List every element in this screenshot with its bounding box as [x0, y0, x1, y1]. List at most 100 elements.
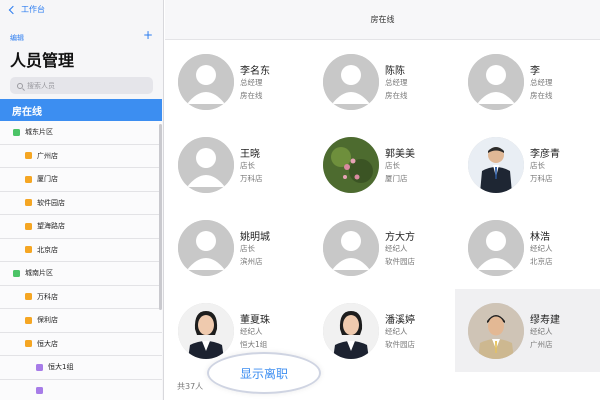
person-name: 李 [530, 66, 540, 77]
person-name: 方大方 [385, 232, 415, 243]
nav-title: 房在线 [165, 0, 600, 40]
tree-item-label: 万科店 [37, 292, 58, 301]
main-panel: 房在线 李名东 总经理 房在线 陈陈 总经理 房在线李总经理 房在线 王晓 店长 万科店 郭美美 店长… [165, 0, 600, 400]
person-store: 恒大1组 [240, 340, 268, 349]
tree-item[interactable]: 厦门店 [0, 168, 162, 192]
person-store: 万科店 [240, 174, 263, 183]
node-square-icon [36, 363, 43, 371]
search-input[interactable] [27, 81, 137, 90]
node-square-icon [25, 222, 32, 230]
node-square-icon [25, 316, 32, 324]
default-avatar-icon [178, 137, 234, 193]
default-avatar-icon [323, 220, 379, 276]
person-role: 经纪人 [385, 327, 408, 336]
person-store: 广州店 [530, 340, 553, 349]
person-card[interactable]: 王晓 店长 万科店 [165, 123, 310, 206]
node-square-icon [25, 152, 32, 160]
person-card[interactable]: 方大方 经纪人软件园店 [310, 206, 455, 289]
tree-item-label: 城东片区 [25, 128, 53, 137]
default-avatar-icon [178, 220, 234, 276]
tree-item[interactable]: 广州店 [0, 144, 162, 168]
person-role: 店长 [530, 161, 545, 170]
person-store: 房在线 [385, 91, 408, 100]
person-store: 北京店 [530, 257, 553, 266]
person-card[interactable]: 姚明城 店长 滨州店 [165, 206, 310, 289]
person-name: 董夏珠 [240, 315, 270, 326]
default-avatar-icon [468, 54, 524, 110]
search-bar[interactable] [10, 77, 153, 94]
person-role: 总经理 [240, 78, 263, 87]
person-name: 郭美美 [385, 149, 415, 160]
node-square-icon [25, 293, 32, 301]
default-avatar-icon [178, 54, 234, 110]
person-card[interactable]: 潘溪婷 经纪人软件园店 [310, 289, 455, 372]
show-resigned-button[interactable]: 显示离职 [207, 352, 321, 394]
tree-item-label: 厦门店 [37, 175, 58, 184]
default-avatar-icon [323, 54, 379, 110]
node-square-icon [25, 246, 32, 254]
person-card[interactable]: 李名东 总经理 房在线 [165, 40, 310, 123]
back-button[interactable]: 工作台 [8, 3, 45, 15]
node-square-icon [25, 340, 32, 348]
person-role: 经纪人 [530, 327, 553, 336]
person-role: 总经理 [385, 78, 408, 87]
person-role: 经纪人 [385, 244, 408, 253]
person-role: 经纪人 [530, 244, 553, 253]
person-store: 软件园店 [385, 257, 415, 266]
person-name: 潘溪婷 [385, 315, 415, 326]
avatar [323, 303, 379, 359]
person-role: 总经理 [530, 78, 553, 87]
person-card[interactable]: 缪寿建 经纪人 广州店 [455, 289, 600, 372]
default-avatar-icon [468, 220, 524, 276]
tree-item[interactable]: 城南片区 [0, 262, 162, 286]
edit-button[interactable]: 编辑 [10, 33, 24, 43]
person-card[interactable]: 李彦青 店长 万科店 [455, 123, 600, 206]
person-card[interactable]: 陈陈 总经理 房在线 [310, 40, 455, 123]
tree-item-label: 北京店 [37, 245, 58, 254]
avatar [323, 137, 379, 193]
tree-item[interactable]: 恒大店 [0, 332, 162, 356]
total-count: 共37人 [177, 382, 204, 391]
person-card[interactable]: 郭美美 店长 厦门店 [310, 123, 455, 206]
person-name: 李名东 [240, 66, 270, 77]
person-store: 厦门店 [385, 174, 408, 183]
person-card[interactable]: 李总经理 房在线 [455, 40, 600, 123]
app-window: 工作台 编辑 + 人员管理 房在线 城东片区广州店厦门店软件园店望海路店北京店城… [0, 0, 600, 400]
search-icon [17, 82, 23, 89]
tree-item[interactable] [0, 379, 162, 400]
chevron-left-icon [8, 5, 18, 14]
add-icon[interactable]: + [143, 29, 153, 41]
person-store: 滨州店 [240, 257, 263, 266]
sidebar-scrollbar[interactable] [159, 124, 162, 310]
person-role: 店长 [385, 161, 400, 170]
person-store: 软件园店 [385, 340, 415, 349]
node-square-icon [25, 175, 32, 183]
person-store: 房在线 [240, 91, 263, 100]
person-name: 缪寿建 [530, 315, 560, 326]
sidebar: 工作台 编辑 + 人员管理 房在线 城东片区广州店厦门店软件园店望海路店北京店城… [0, 0, 164, 400]
person-store: 房在线 [530, 91, 553, 100]
person-name: 陈陈 [385, 66, 405, 77]
tree-item-label: 城南片区 [25, 269, 53, 278]
tree-root-selected[interactable]: 房在线 [0, 99, 162, 121]
tree-item[interactable]: 北京店 [0, 238, 162, 262]
person-name: 王晓 [240, 149, 260, 160]
tree-item-label: 恒大店 [37, 339, 58, 348]
person-role: 店长 [240, 244, 255, 253]
tree-item[interactable]: 软件园店 [0, 191, 162, 215]
avatar [468, 303, 524, 359]
tree-item-label: 保利店 [37, 316, 58, 325]
org-tree: 房在线 城东片区广州店厦门店软件园店 望海路店北京店城南片区万科店保利店恒大店恒大… [0, 99, 162, 400]
person-store: 万科店 [530, 174, 553, 183]
person-card[interactable]: 林浩 经纪人 北京店 [455, 206, 600, 289]
node-square-icon [13, 269, 20, 277]
person-role: 店长 [240, 161, 255, 170]
tree-item-label: 广州店 [37, 151, 58, 160]
person-name: 李彦青 [530, 149, 560, 160]
avatar [178, 303, 234, 359]
tree-item[interactable]: 望海路店 [0, 215, 162, 239]
tree-item[interactable]: 万科店 [0, 285, 162, 309]
tree-item[interactable]: 恒大1组 [0, 356, 162, 380]
tree-item[interactable]: 城东片区 [0, 121, 162, 145]
tree-item[interactable]: 保利店 [0, 309, 162, 333]
